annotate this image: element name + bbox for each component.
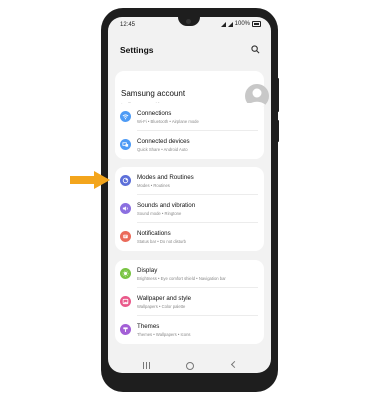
display-icon-badge	[120, 268, 131, 279]
item-title: Modes and Routines	[137, 174, 194, 181]
item-subtitle: Themes • Wallpapers • Icons	[137, 332, 191, 337]
settings-group-3: Display Brightness • Eye comfort shield …	[115, 260, 264, 344]
wifi-icon	[122, 114, 129, 120]
back-button[interactable]	[230, 360, 239, 369]
settings-item-connections[interactable]: Connections Wi-Fi • Bluetooth • Airplane…	[115, 103, 264, 131]
battery-icon	[252, 21, 261, 27]
notifications-icon-badge	[120, 231, 131, 242]
settings-item-wallpaper-and-style[interactable]: Wallpaper and style Wallpapers • Color p…	[115, 288, 264, 316]
modes-icon	[122, 177, 129, 184]
sounds-icon-badge	[120, 203, 131, 214]
bell-icon	[123, 234, 128, 239]
home-button[interactable]	[186, 362, 194, 370]
volume-icon	[122, 206, 128, 211]
connections-icon-badge	[120, 111, 131, 122]
battery-percent: 100%	[234, 21, 250, 27]
image-icon	[122, 298, 129, 305]
account-title: Samsung account	[121, 89, 186, 98]
navigation-bar	[108, 360, 271, 373]
sun-icon	[122, 270, 129, 277]
settings-item-modes-and-routines[interactable]: Modes and Routines Modes • Routines	[115, 167, 264, 195]
settings-item-display[interactable]: Display Brightness • Eye comfort shield …	[115, 260, 264, 288]
search-icon[interactable]	[251, 45, 260, 54]
settings-group-1: Connections Wi-Fi • Bluetooth • Airplane…	[115, 103, 264, 159]
themes-icon-badge	[120, 324, 131, 335]
theme-icon	[123, 327, 128, 332]
item-title: Display	[137, 267, 158, 274]
cell-signal-icon	[227, 21, 233, 27]
settings-item-notifications[interactable]: Notifications Status bar • Do not distur…	[115, 223, 264, 251]
item-title: Notifications	[137, 230, 171, 237]
pointer-arrow	[70, 171, 110, 189]
page-title: Settings	[120, 45, 154, 55]
item-title: Themes	[137, 323, 160, 330]
connected-devices-icon	[122, 142, 129, 147]
item-title: Connected devices	[137, 138, 190, 145]
settings-item-sounds-and-vibration[interactable]: Sounds and vibration Sound mode • Ringto…	[115, 195, 264, 223]
phone-screen: 12:45 100% Settings Samsung account Prof…	[108, 17, 271, 373]
settings-item-themes[interactable]: Themes Themes • Wallpapers • Icons	[115, 316, 264, 344]
item-subtitle: Sound mode • Ringtone	[137, 211, 182, 216]
wifi-signal-icon	[220, 21, 226, 27]
volume-button	[277, 78, 279, 112]
settings-item-connected-devices[interactable]: Connected devices Quick Share • Android …	[115, 131, 264, 159]
recents-button[interactable]	[143, 362, 151, 369]
power-button	[277, 120, 279, 142]
modes-icon-badge	[120, 175, 131, 186]
item-subtitle: Quick Share • Android Auto	[137, 147, 188, 152]
connected-devices-icon-badge	[120, 139, 131, 150]
item-subtitle: Wallpapers • Color palette	[137, 304, 186, 309]
status-time: 12:45	[120, 22, 136, 28]
status-bar: 12:45 100%	[108, 17, 271, 31]
item-title: Wallpaper and style	[137, 295, 192, 302]
item-subtitle: Wi-Fi • Bluetooth • Airplane mode	[137, 119, 199, 124]
item-subtitle: Modes • Routines	[137, 183, 170, 188]
item-title: Sounds and vibration	[137, 202, 196, 209]
item-subtitle: Brightness • Eye comfort shield • Naviga…	[137, 276, 226, 281]
item-title: Connections	[137, 110, 172, 117]
item-subtitle: Status bar • Do not disturb	[137, 239, 186, 244]
wallpaper-icon-badge	[120, 296, 131, 307]
settings-group-2: Modes and Routines Modes • Routines Soun…	[115, 167, 264, 251]
